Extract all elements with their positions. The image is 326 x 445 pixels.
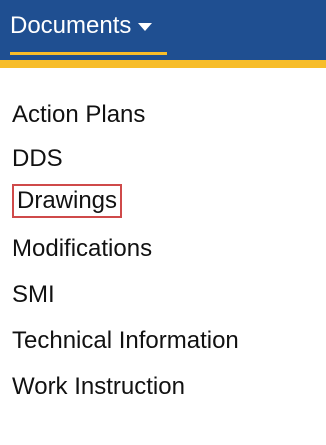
- menu-item-modifications[interactable]: Modifications: [12, 232, 152, 266]
- active-menu-underline: [10, 52, 167, 55]
- menu-item-action-plans[interactable]: Action Plans: [12, 98, 145, 132]
- menu-item-smi[interactable]: SMI: [12, 278, 55, 312]
- documents-dropdown-toggle[interactable]: Documents: [10, 6, 153, 46]
- menu-item-drawings[interactable]: Drawings: [12, 184, 123, 218]
- menu-item-dds[interactable]: DDS: [12, 142, 63, 176]
- menu-item-technical-information[interactable]: Technical Information: [12, 324, 239, 358]
- navigation-accent-bar: [0, 60, 326, 68]
- top-navigation-bar: Documents: [0, 0, 326, 62]
- documents-dropdown-page: Documents Action Plans DDS Drawings Modi…: [0, 0, 326, 445]
- documents-dropdown-menu: Action Plans DDS Drawings Modifications …: [0, 68, 326, 445]
- menu-item-work-instruction[interactable]: Work Instruction: [12, 370, 185, 404]
- documents-menu-title: Documents: [10, 12, 132, 39]
- caret-down-icon: [138, 23, 153, 31]
